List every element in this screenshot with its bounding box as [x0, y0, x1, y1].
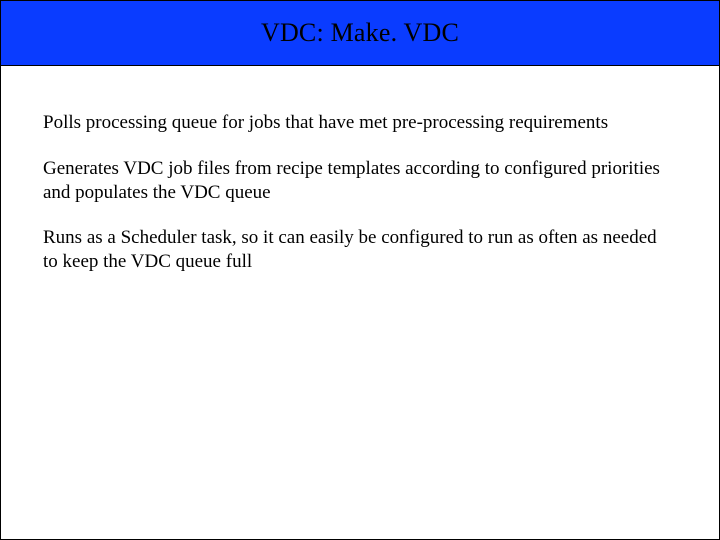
body-paragraph: Polls processing queue for jobs that hav… [43, 111, 671, 135]
body-paragraph: Generates VDC job files from recipe temp… [43, 157, 671, 205]
slide-body: Polls processing queue for jobs that hav… [43, 111, 671, 296]
slide-title: VDC: Make. VDC [261, 18, 459, 48]
title-bar: VDC: Make. VDC [1, 1, 719, 66]
body-paragraph: Runs as a Scheduler task, so it can easi… [43, 226, 671, 274]
slide: VDC: Make. VDC Polls processing queue fo… [0, 0, 720, 540]
